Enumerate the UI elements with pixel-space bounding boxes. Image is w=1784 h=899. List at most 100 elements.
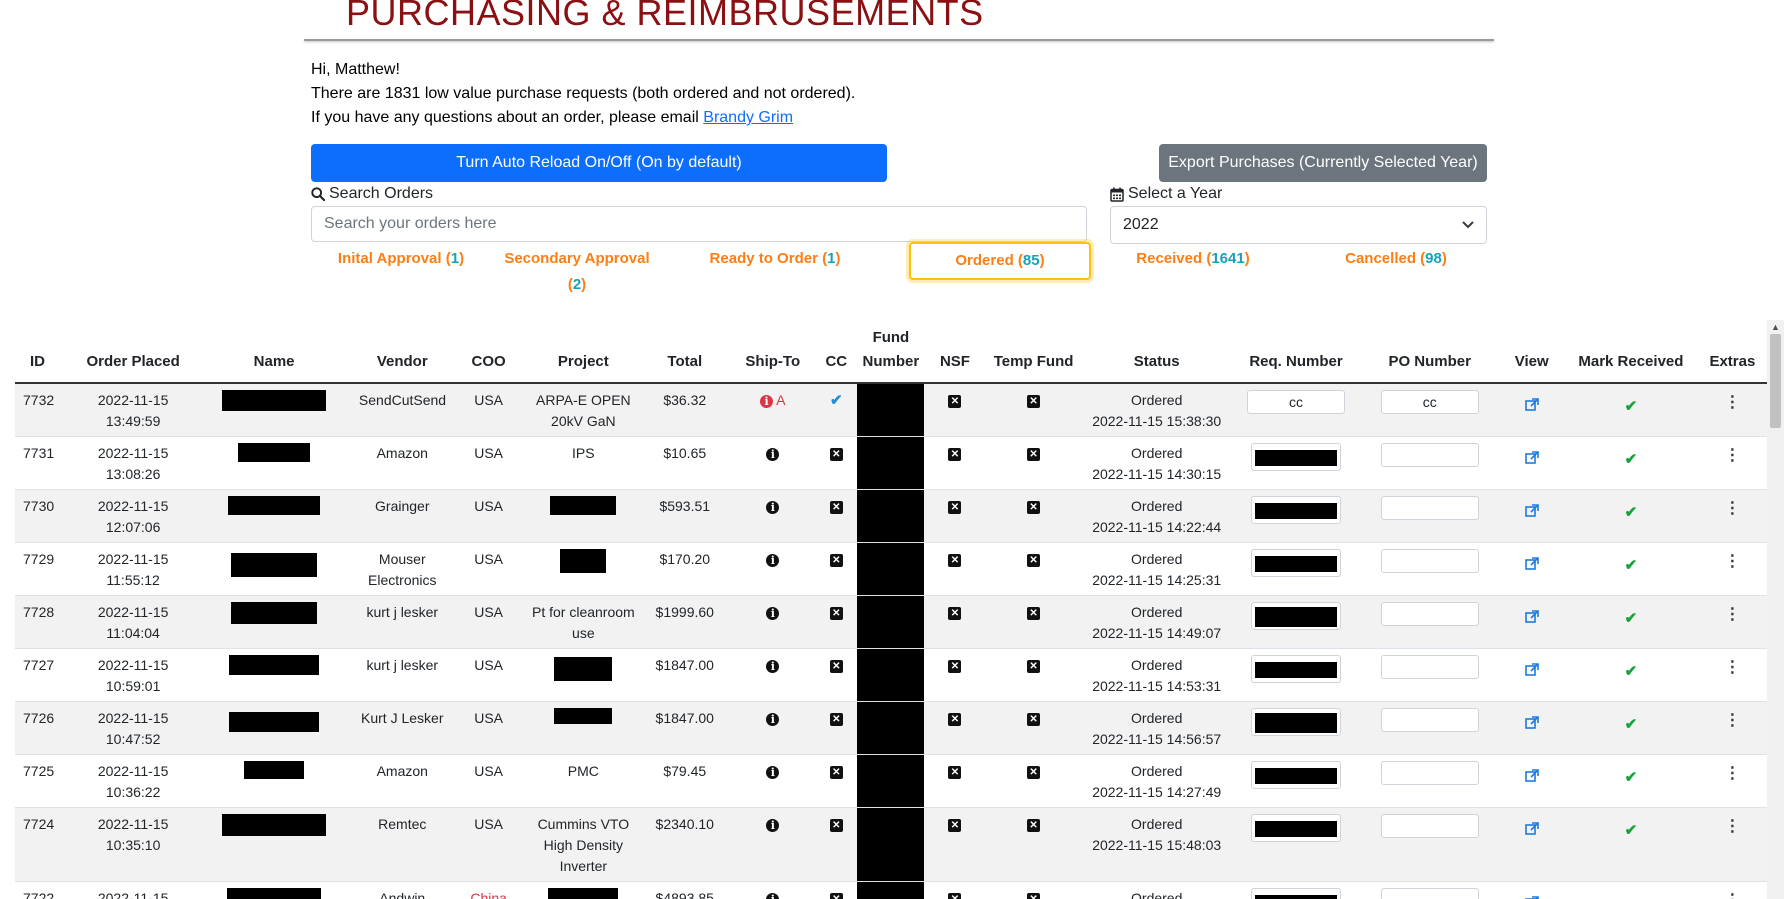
- external-link-icon[interactable]: [1524, 557, 1539, 571]
- column-header[interactable]: Extras: [1697, 320, 1767, 384]
- vertical-scrollbar[interactable]: ▲: [1767, 320, 1784, 899]
- po-number-input[interactable]: [1380, 814, 1479, 838]
- po-number-input[interactable]: [1380, 390, 1479, 414]
- column-header[interactable]: Fund Number: [857, 320, 925, 384]
- po-number-input[interactable]: [1380, 655, 1479, 679]
- tab-ordered[interactable]: Ordered (85): [909, 242, 1091, 280]
- column-header[interactable]: ID: [15, 320, 73, 384]
- contact-email-link[interactable]: Brandy Grim: [703, 109, 793, 126]
- check-icon[interactable]: ✔: [1625, 608, 1638, 629]
- coo: USA: [449, 648, 528, 702]
- column-header[interactable]: Req. Number: [1231, 320, 1361, 384]
- info-icon[interactable]: i: [760, 394, 774, 408]
- tab-label: Secondary Approval: [504, 250, 650, 267]
- info-icon[interactable]: i: [766, 818, 780, 832]
- po-number-input[interactable]: [1380, 708, 1479, 732]
- more-options-icon[interactable]: ⋮: [1724, 766, 1740, 782]
- view: [1499, 807, 1565, 882]
- column-header[interactable]: Temp Fund: [985, 320, 1082, 384]
- check-icon[interactable]: ✔: [1625, 714, 1638, 735]
- more-options-icon[interactable]: ⋮: [1724, 713, 1740, 729]
- external-link-icon[interactable]: [1524, 398, 1539, 412]
- check-icon[interactable]: ✔: [1625, 820, 1638, 841]
- req-number-input[interactable]: [1251, 602, 1341, 630]
- column-header[interactable]: CC: [815, 320, 858, 384]
- check-icon[interactable]: ✔: [1625, 449, 1638, 470]
- search-input[interactable]: [311, 206, 1087, 242]
- column-header[interactable]: Ship-To: [730, 320, 816, 384]
- external-link-icon[interactable]: [1524, 716, 1539, 730]
- column-header[interactable]: Project: [527, 320, 640, 384]
- order-date: 2022-11-15: [97, 657, 169, 673]
- auto-reload-toggle-button[interactable]: Turn Auto Reload On/Off (On by default): [311, 144, 887, 182]
- po-number-input[interactable]: [1380, 496, 1479, 520]
- external-link-icon[interactable]: [1524, 610, 1539, 624]
- req-number-input[interactable]: [1251, 496, 1341, 524]
- req-number-input[interactable]: [1247, 390, 1345, 414]
- po-number-input[interactable]: [1380, 443, 1479, 467]
- info-icon[interactable]: i: [766, 892, 780, 899]
- tab-initial-approval[interactable]: Inital Approval (1): [311, 242, 491, 272]
- external-link-icon[interactable]: [1524, 451, 1539, 465]
- info-icon[interactable]: i: [766, 500, 780, 514]
- check-icon[interactable]: ✔: [1625, 502, 1638, 523]
- column-header[interactable]: Status: [1081, 320, 1232, 384]
- column-header[interactable]: Total: [639, 320, 731, 384]
- req-number-input[interactable]: [1251, 549, 1341, 577]
- po-number-input[interactable]: [1380, 888, 1479, 899]
- column-header[interactable]: NSF: [924, 320, 986, 384]
- req-number-input[interactable]: [1251, 761, 1341, 789]
- x-square-icon: ✕: [1027, 394, 1041, 408]
- tab-cancelled[interactable]: Cancelled (98): [1306, 242, 1486, 272]
- info-icon[interactable]: i: [766, 712, 780, 726]
- external-link-icon[interactable]: [1524, 504, 1539, 518]
- tab-received[interactable]: Received (1641): [1103, 242, 1283, 272]
- check-icon[interactable]: ✔: [1625, 555, 1638, 576]
- po-number-input[interactable]: [1380, 761, 1479, 785]
- project: Pt for cleanroom use: [527, 595, 640, 649]
- year-select[interactable]: 2022: [1110, 206, 1487, 244]
- req-number-input[interactable]: [1251, 655, 1341, 683]
- more-options-icon[interactable]: ⋮: [1724, 660, 1740, 676]
- column-header[interactable]: Mark Received: [1564, 320, 1698, 384]
- tab-label: Cancelled: [1345, 250, 1416, 267]
- view: [1499, 436, 1565, 490]
- external-link-icon[interactable]: [1524, 663, 1539, 677]
- info-icon[interactable]: i: [766, 659, 780, 673]
- more-options-icon[interactable]: ⋮: [1724, 893, 1740, 899]
- more-options-icon[interactable]: ⋮: [1724, 819, 1740, 835]
- column-header[interactable]: PO Number: [1360, 320, 1500, 384]
- more-options-icon[interactable]: ⋮: [1724, 501, 1740, 517]
- external-link-icon[interactable]: [1524, 769, 1539, 783]
- req-number-input[interactable]: [1251, 443, 1341, 471]
- req-number-input[interactable]: [1251, 888, 1341, 899]
- more-options-icon[interactable]: ⋮: [1724, 448, 1740, 464]
- req-number-input[interactable]: [1251, 708, 1341, 736]
- check-icon[interactable]: ✔: [1625, 396, 1638, 417]
- info-icon[interactable]: i: [766, 765, 780, 779]
- x-square-icon: ✕: [829, 892, 843, 899]
- po-number-input[interactable]: [1380, 549, 1479, 573]
- scroll-up-arrow-icon[interactable]: ▲: [1767, 320, 1784, 334]
- more-options-icon[interactable]: ⋮: [1724, 395, 1740, 411]
- info-icon[interactable]: i: [766, 606, 780, 620]
- more-options-icon[interactable]: ⋮: [1724, 607, 1740, 623]
- po-number-input[interactable]: [1380, 602, 1479, 626]
- column-header[interactable]: View: [1499, 320, 1565, 384]
- check-icon[interactable]: ✔: [1625, 767, 1638, 788]
- req-number-input[interactable]: [1251, 814, 1341, 842]
- check-icon[interactable]: ✔: [1625, 894, 1638, 899]
- external-link-icon[interactable]: [1524, 822, 1539, 836]
- column-header[interactable]: Name: [193, 320, 355, 384]
- column-header[interactable]: COO: [449, 320, 528, 384]
- scrollbar-thumb[interactable]: [1770, 334, 1781, 428]
- info-icon[interactable]: i: [766, 447, 780, 461]
- check-icon[interactable]: ✔: [1625, 661, 1638, 682]
- tab-secondary-approval[interactable]: Secondary Approval (2): [489, 242, 665, 298]
- info-icon[interactable]: i: [766, 553, 780, 567]
- column-header[interactable]: Vendor: [354, 320, 450, 384]
- column-header[interactable]: Order Placed: [72, 320, 194, 384]
- more-options-icon[interactable]: ⋮: [1724, 554, 1740, 570]
- export-purchases-button[interactable]: Export Purchases (Currently Selected Yea…: [1159, 144, 1487, 182]
- tab-ready-to-order[interactable]: Ready to Order (1): [685, 242, 865, 272]
